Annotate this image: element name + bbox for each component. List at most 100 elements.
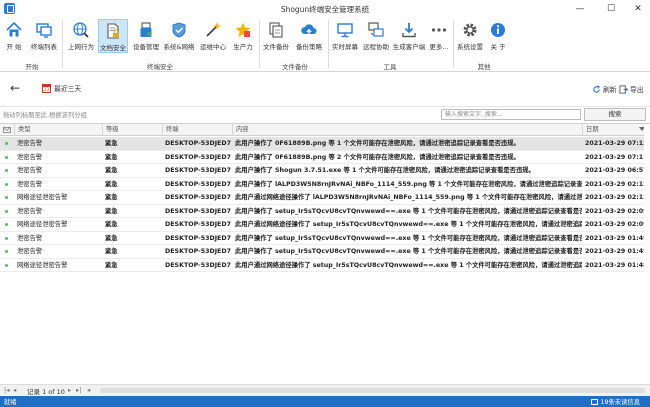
cell-date: 2021-03-29 02:09:58 <box>585 221 644 228</box>
cell-level: 紧急 <box>105 167 118 174</box>
productivity-star-icon <box>235 22 251 37</box>
refresh-button[interactable]: 刷新 <box>592 84 617 94</box>
cell-level: 紧急 <box>105 207 118 215</box>
table-row[interactable]: 泄密告警 紧急 DESKTOP-53DJED7 此用户操作了 0F61889B.png… <box>0 137 650 151</box>
cell-date: 2021-03-29 07:11:27 <box>585 153 644 161</box>
ribbon-backup-policy-button[interactable]: 备份策略 <box>294 19 324 53</box>
cell-terminal: DESKTOP-53DJED7 <box>165 261 231 269</box>
ribbon-productivity-button[interactable]: 生产力 <box>231 19 255 53</box>
document-lock-icon <box>107 23 119 39</box>
globe-search-icon <box>73 22 89 38</box>
unread-dot-icon <box>5 142 8 145</box>
ribbon: 开 始 终端列表 上网行为 文档安全 设备管理 系统&网络 运维中心 生产力 文… <box>0 17 650 72</box>
vertical-scrollbar[interactable] <box>644 124 650 384</box>
content-toolbar: ← 23 最近三天 刷新 导出 <box>0 73 650 103</box>
cell-terminal: DESKTOP-53DJED7 <box>165 153 231 161</box>
search-button[interactable]: 搜索 <box>584 108 646 121</box>
ribbon-start-button[interactable]: 开 始 <box>3 19 25 53</box>
ribbon-group-label: 其他 <box>477 63 491 71</box>
shield-network-icon <box>172 22 186 38</box>
column-header-terminal[interactable]: 终端 <box>162 124 232 136</box>
cell-level: 紧急 <box>105 221 118 228</box>
cell-type: 网络途径泄密告警 <box>17 221 68 228</box>
next-page-button[interactable]: ▸ <box>68 386 71 394</box>
table-row[interactable]: 泄密告警 紧急 DESKTOP-53DJED7 此用户操作了 setup_Ir5sTQ… <box>0 245 650 259</box>
date-range-button[interactable]: 23 最近三天 <box>42 83 81 93</box>
cell-terminal: DESKTOP-53DJED7 <box>165 248 231 255</box>
ribbon-group-label: 工具 <box>383 63 397 71</box>
cell-type: 泄密告警 <box>17 234 43 242</box>
last-page-button[interactable]: ▸| <box>76 386 81 394</box>
ribbon-device-management-button[interactable]: 设备管理 <box>132 19 160 53</box>
cell-terminal: DESKTOP-53DJED7 <box>165 194 231 201</box>
column-header-type[interactable]: 类型 <box>14 124 102 136</box>
ribbon-ops-center-button[interactable]: 运维中心 <box>198 19 228 53</box>
unread-dot-icon <box>5 182 8 186</box>
scroll-left-button[interactable]: ◂ <box>87 386 90 394</box>
column-header-content[interactable]: 内容 <box>232 124 582 136</box>
ribbon-group-label: 开始 <box>25 63 39 71</box>
close-button[interactable]: ✕ <box>624 0 650 17</box>
info-icon <box>491 23 505 37</box>
magic-wand-icon <box>206 22 221 37</box>
table-row[interactable]: 泄密告警 紧急 DESKTOP-53DJED7 此用户操作了 Shogun 3.7.5… <box>0 164 650 178</box>
first-page-button[interactable]: |◂ <box>4 386 9 394</box>
unread-dot-icon <box>5 196 8 199</box>
ribbon-file-backup-button[interactable]: 文件备份 <box>262 19 290 53</box>
cell-content: 此用户操作了 setup_Ir5sTQcvU8cvTQnvwewd==.exe … <box>235 234 582 242</box>
cell-content: 此用户通过网络途径操作了 setup_Ir5sTQcvU8cvTQnvwewd=… <box>235 221 582 228</box>
table-row[interactable]: 网络途径泄密告警 紧急 DESKTOP-53DJED7 此用户通过网络途径操作了 lA… <box>0 191 650 205</box>
group-by-panel[interactable]: 拖动列标题至此,根据该列分组 搜索 <box>0 106 650 121</box>
ribbon-remote-assist-button[interactable]: 远程协助 <box>362 19 390 53</box>
unread-messages[interactable]: 18条未读信息 <box>590 397 640 406</box>
cell-terminal: DESKTOP-53DJED7 <box>165 234 231 242</box>
cell-date: 2021-03-29 06:57:15 <box>585 167 644 174</box>
cell-type: 泄密告警 <box>17 248 43 255</box>
cell-content: 此用户操作了 setup_Ir5sTQcvU8cvTQnvwewd==.exe … <box>235 248 582 255</box>
table-row[interactable]: 泄密告警 紧急 DESKTOP-53DJED7 此用户操作了 setup_Ir5sTQ… <box>0 231 650 245</box>
unread-dot-icon <box>5 209 8 213</box>
ribbon-about-button[interactable]: 关 于 <box>487 19 509 53</box>
cell-date: 2021-03-29 02:12:36 <box>585 194 644 201</box>
table-row[interactable]: 网络途径泄密告警 紧急 DESKTOP-53DJED7 此用户通过网络途径操作了 se… <box>0 218 650 232</box>
refresh-icon <box>593 84 600 93</box>
ribbon-separator <box>62 20 63 68</box>
table-row[interactable]: 泄密告警 紧急 DESKTOP-53DJED7 此用户操作了 lALPD3W5N8rn… <box>0 177 650 191</box>
group-by-hint: 拖动列标题至此,根据该列分组 <box>3 112 87 119</box>
cell-type: 泄密告警 <box>17 167 43 174</box>
table-row[interactable]: 网络途径泄密告警 紧急 DESKTOP-53DJED7 此用户通过网络途径操作了 se… <box>0 258 650 272</box>
cell-date: 2021-03-29 02:09:25 <box>585 207 644 215</box>
ribbon-group-label: 文件备份 <box>282 63 308 71</box>
ribbon-document-security-button[interactable]: 文档安全 <box>98 19 128 53</box>
column-header-date[interactable]: 日期 <box>582 124 650 136</box>
ribbon-terminal-list-button[interactable]: 终端列表 <box>30 19 58 53</box>
message-icon <box>590 398 598 405</box>
ribbon-system-network-button[interactable]: 系统&网络 <box>163 19 195 53</box>
cell-type: 泄密告警 <box>17 207 43 215</box>
file-copy-icon <box>269 22 283 38</box>
table-row[interactable]: 泄密告警 紧急 DESKTOP-53DJED7 此用户操作了 0F61889B.png… <box>0 150 650 164</box>
horizontal-scrollbar[interactable] <box>100 388 645 393</box>
monitor-icon <box>337 23 353 38</box>
export-button[interactable]: 导出 <box>619 84 644 94</box>
search-input[interactable] <box>441 109 581 120</box>
ribbon-live-screen-button[interactable]: 实时屏幕 <box>331 19 359 53</box>
cell-terminal: DESKTOP-53DJED7 <box>165 140 231 147</box>
maximize-button[interactable]: ☐ <box>597 0 625 17</box>
window-title: Shogun终端安全管理系统 <box>280 5 370 14</box>
minimize-button[interactable]: — <box>566 0 594 17</box>
table-row[interactable]: 泄密告警 紧急 DESKTOP-53DJED7 此用户操作了 setup_Ir5sTQ… <box>0 204 650 218</box>
ribbon-generate-client-button[interactable]: 生成客户端 <box>392 19 426 53</box>
prev-page-button[interactable]: ◂ <box>13 386 16 394</box>
record-indicator: 记录 1 of 10 <box>27 388 65 396</box>
column-header-level[interactable]: 等级 <box>102 124 162 136</box>
ribbon-web-behavior-button[interactable]: 上网行为 <box>67 19 95 53</box>
cell-date: 2021-03-29 01:49:42 <box>585 234 644 242</box>
cell-level: 紧急 <box>105 234 118 242</box>
ribbon-more-button[interactable]: 更多... <box>428 19 450 53</box>
monitor-list-icon <box>36 23 52 38</box>
back-arrow-icon[interactable]: ← <box>10 81 20 95</box>
ribbon-system-settings-button[interactable]: 系统设置 <box>456 19 484 53</box>
cell-type: 泄密告警 <box>17 140 43 147</box>
unread-dot-icon <box>5 223 8 226</box>
